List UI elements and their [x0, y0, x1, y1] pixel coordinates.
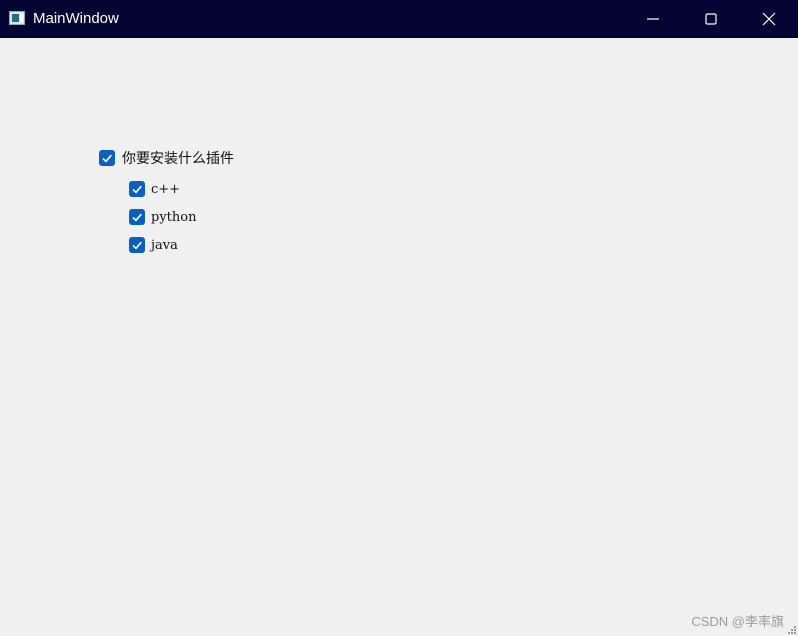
checkbox-parent[interactable] — [99, 150, 115, 166]
minimize-icon — [647, 18, 659, 20]
checkbox-python[interactable] — [129, 209, 145, 225]
checkbox-row-parent[interactable]: 你要安装什么插件 — [99, 149, 234, 167]
title-bar[interactable]: MainWindow — [0, 0, 798, 38]
close-button[interactable] — [740, 0, 798, 38]
checkbox-cpp[interactable] — [129, 181, 145, 197]
app-window-icon — [9, 11, 25, 25]
maximize-button[interactable] — [682, 0, 740, 38]
checkbox-row-cpp[interactable]: c++ — [129, 180, 180, 198]
maximize-icon — [705, 13, 717, 25]
window-title: MainWindow — [33, 10, 119, 27]
checkbox-label-cpp: c++ — [151, 181, 181, 197]
resize-grip-icon[interactable] — [788, 626, 796, 634]
watermark-text: CSDN @李率旗 — [691, 614, 784, 629]
check-icon — [132, 213, 142, 222]
checkbox-label-python: python — [151, 209, 197, 225]
minimize-button[interactable] — [624, 0, 682, 38]
check-icon — [132, 185, 142, 194]
checkbox-row-python[interactable]: python — [129, 208, 196, 226]
check-icon — [102, 154, 112, 163]
checkbox-java[interactable] — [129, 237, 145, 253]
check-icon — [132, 241, 142, 250]
checkbox-label-java: java — [151, 237, 178, 253]
close-icon — [762, 12, 776, 26]
checkbox-label-parent: 你要安装什么插件 — [122, 150, 234, 166]
checkbox-row-java[interactable]: java — [129, 236, 178, 254]
